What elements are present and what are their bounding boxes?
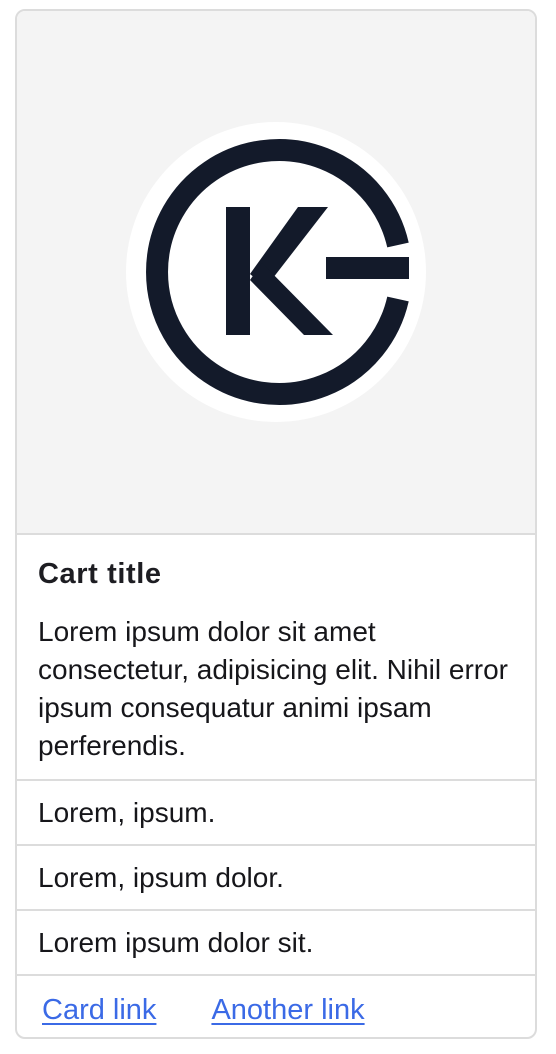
list-item: Lorem, ipsum. <box>17 781 535 846</box>
list-item: Lorem ipsum dolor sit. <box>17 911 535 976</box>
list-item: Lorem, ipsum dolor. <box>17 846 535 911</box>
gk-monogram-logo-icon <box>126 122 426 422</box>
card-text: Lorem ipsum dolor sit amet consectetur, … <box>38 616 508 761</box>
card-title: Cart title <box>38 558 162 590</box>
card-body: Cart title Lorem ipsum dolor sit amet co… <box>17 535 535 781</box>
card: Cart title Lorem ipsum dolor sit amet co… <box>15 9 537 1039</box>
card-links: Card link Another link <box>17 976 535 1037</box>
card-image <box>17 11 535 535</box>
list-group: Lorem, ipsum. Lorem, ipsum dolor. Lorem … <box>17 781 535 976</box>
another-link[interactable]: Another link <box>211 994 364 1027</box>
card-link[interactable]: Card link <box>42 994 156 1027</box>
